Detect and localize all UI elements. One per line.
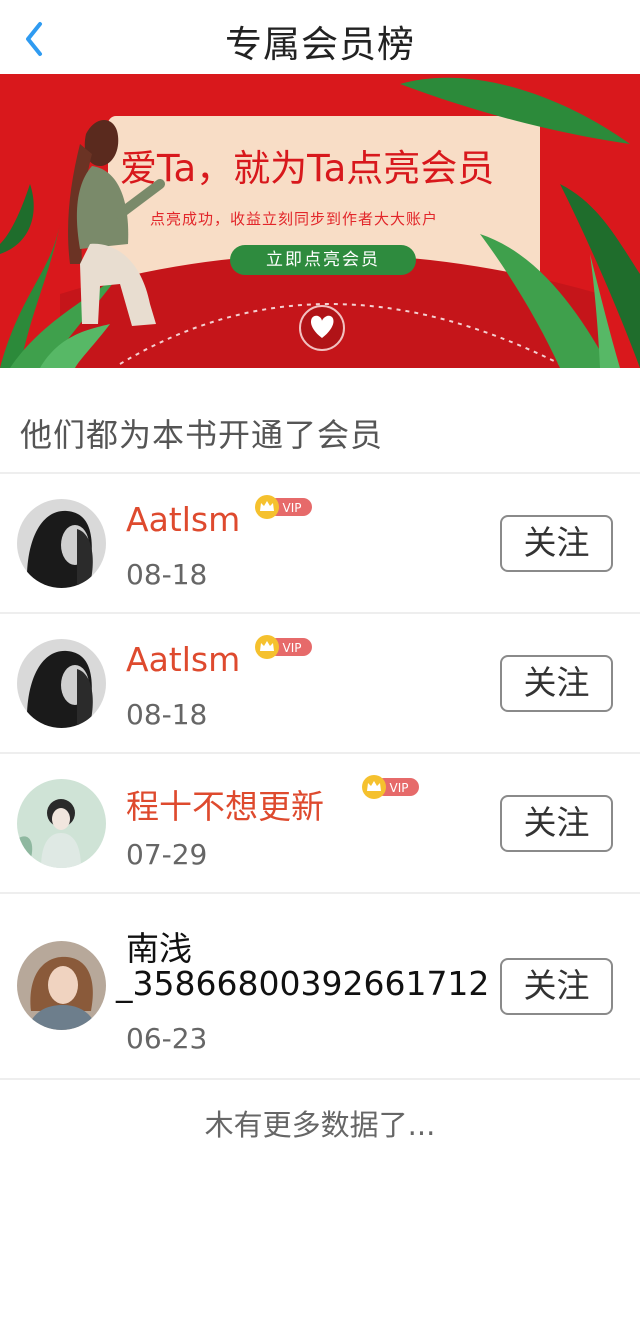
vip-label: VIP — [283, 641, 302, 655]
follow-button[interactable]: 关注 — [500, 655, 613, 712]
member-row[interactable]: Aatlsm VIP 08-18 关注 — [0, 474, 640, 614]
avatar[interactable] — [17, 941, 106, 1030]
avatar[interactable] — [17, 779, 106, 868]
member-date: 07-29 — [126, 838, 208, 871]
no-more-data-text: 木有更多数据了... — [204, 1108, 436, 1142]
member-row[interactable]: Aatlsm VIP 08-18 关注 — [0, 614, 640, 754]
avatar[interactable] — [17, 499, 106, 588]
vip-label: VIP — [283, 501, 302, 515]
section-title: 他们都为本书开通了会员 — [20, 416, 384, 454]
member-date: 08-18 — [126, 558, 208, 591]
member-name[interactable]: 南浅 — [126, 922, 192, 970]
vip-badge: VIP — [254, 634, 314, 660]
banner-subline: 点亮成功，收益立刻同步到作者大大账户 — [150, 210, 439, 228]
member-name-suffix[interactable]: _3586680039266171​2 — [116, 964, 489, 1003]
member-name[interactable]: Aatlsm — [126, 500, 240, 539]
follow-button[interactable]: 关注 — [500, 795, 613, 852]
banner-headline: 爱Ta，就为Ta点亮会员 — [120, 147, 495, 190]
member-date: 06-23 — [126, 1022, 208, 1055]
top-navbar: 专属会员榜 — [0, 0, 640, 74]
vip-label: VIP — [390, 781, 409, 795]
light-up-member-button[interactable]: 立即点亮会员 — [230, 245, 416, 275]
follow-button[interactable]: 关注 — [500, 515, 613, 572]
avatar[interactable] — [17, 639, 106, 728]
member-name[interactable]: 程十不想更新 — [126, 780, 324, 828]
member-name[interactable]: Aatlsm — [126, 640, 240, 679]
page-title: 专属会员榜 — [225, 23, 415, 66]
follow-button[interactable]: 关注 — [500, 958, 613, 1015]
promo-banner[interactable]: 爱Ta，就为Ta点亮会员 点亮成功，收益立刻同步到作者大大账户 立即点亮会员 — [0, 74, 640, 368]
member-date: 08-18 — [126, 698, 208, 731]
vip-badge: VIP — [361, 774, 421, 800]
vip-badge: VIP — [254, 494, 314, 520]
member-row[interactable]: 南浅 _3586680039266171​2 06-23 关注 — [0, 894, 640, 1080]
member-row[interactable]: 程十不想更新 VIP 07-29 关注 — [0, 754, 640, 894]
